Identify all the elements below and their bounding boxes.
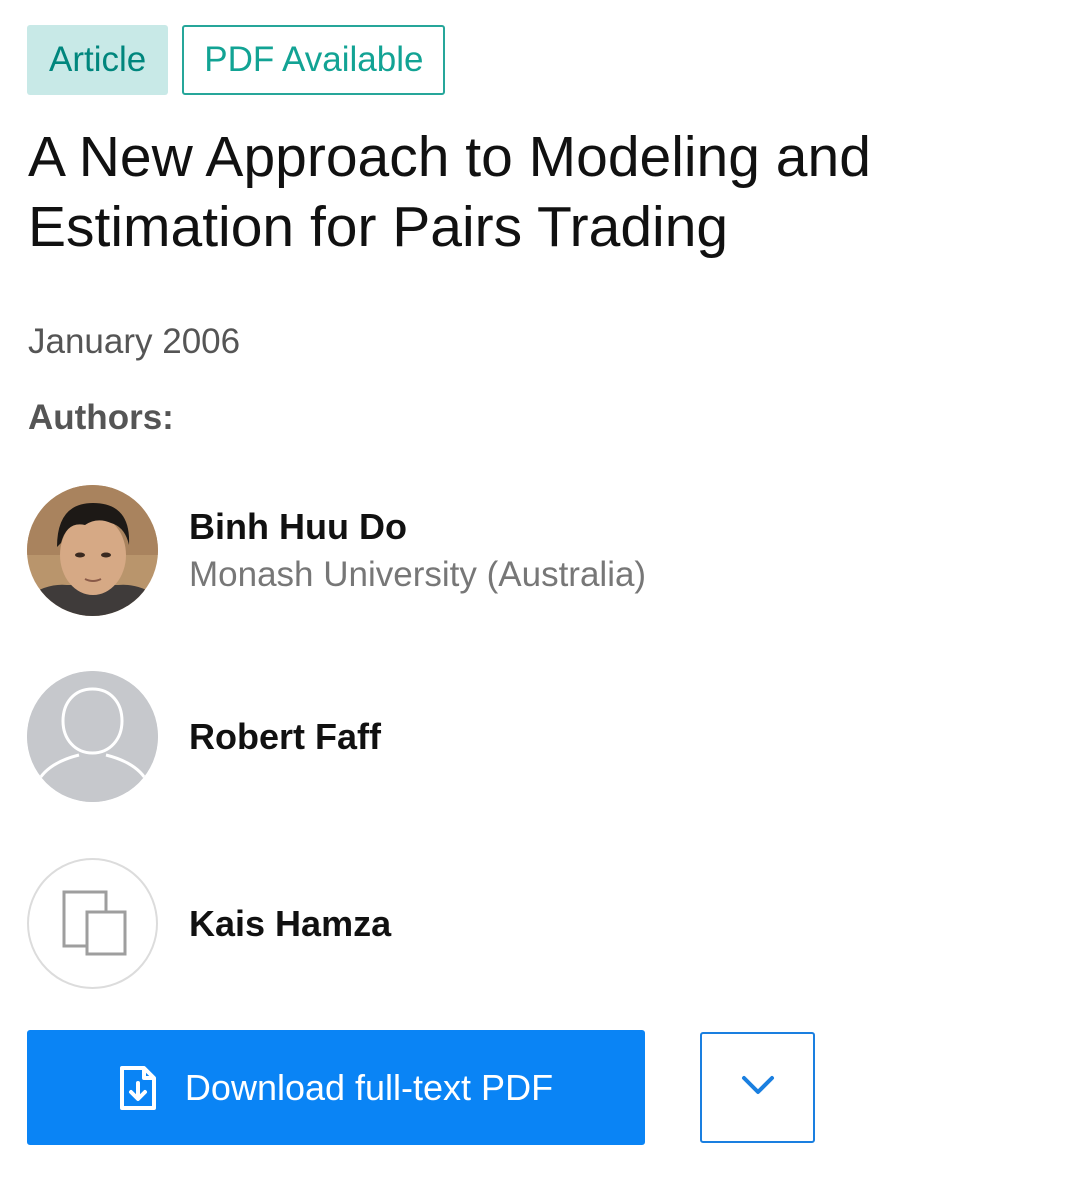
author-name[interactable]: Robert Faff: [189, 715, 381, 759]
chevron-down-icon: [741, 1075, 775, 1100]
author-item[interactable]: Robert Faff: [27, 671, 381, 802]
overlapping-squares-icon[interactable]: [27, 858, 158, 989]
publication-date: January 2006: [28, 322, 241, 361]
more-options-button[interactable]: [700, 1032, 815, 1143]
authors-label: Authors:: [28, 398, 174, 437]
page-title: A New Approach to Modeling and Estimatio…: [28, 125, 871, 259]
tag-row: Article PDF Available: [27, 25, 446, 95]
person-silhouette-icon[interactable]: [27, 671, 158, 802]
author-avatar-photo[interactable]: [27, 485, 158, 616]
author-item[interactable]: Kais Hamza: [27, 858, 391, 989]
download-pdf-button[interactable]: Download full-text PDF: [27, 1030, 645, 1145]
author-affiliation[interactable]: Monash University (Australia): [189, 553, 646, 597]
author-name[interactable]: Kais Hamza: [189, 902, 391, 946]
file-download-icon: [119, 1065, 157, 1111]
author-item[interactable]: Binh Huu Do Monash University (Australia…: [27, 485, 646, 616]
pdf-available-tag[interactable]: PDF Available: [182, 25, 446, 95]
author-name[interactable]: Binh Huu Do: [189, 505, 646, 549]
article-tag[interactable]: Article: [27, 25, 169, 95]
download-pdf-label: Download full-text PDF: [184, 1066, 554, 1108]
